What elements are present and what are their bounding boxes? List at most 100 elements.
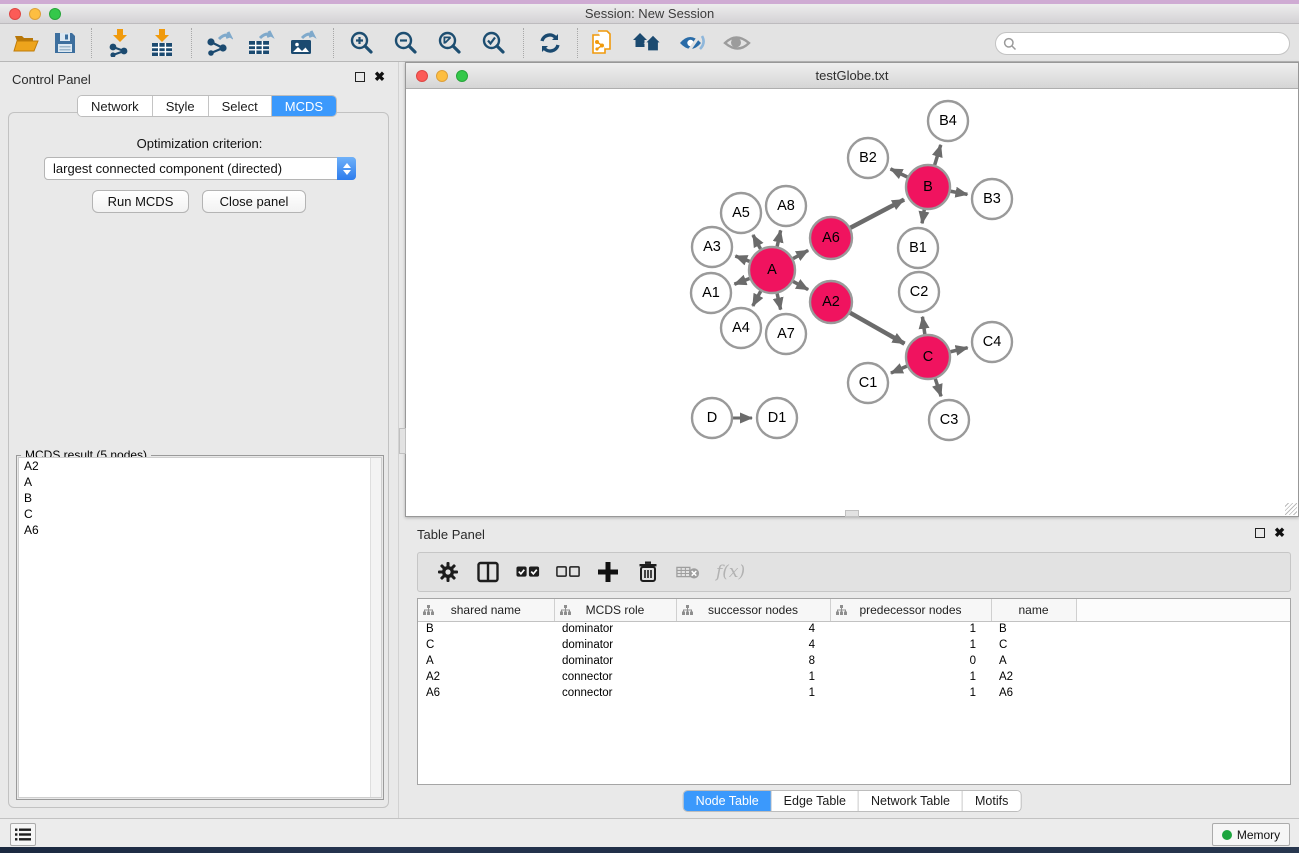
graph-edge-A-A5[interactable] [753,235,761,249]
graph-edge-A6-B[interactable] [850,200,904,228]
graph-edge-A-A8[interactable] [777,230,781,246]
show-detail-icon[interactable] [721,29,753,57]
float-panel-icon[interactable] [355,72,365,82]
close-panel-icon[interactable]: ✖ [374,71,385,83]
deselect-all-icon[interactable] [556,559,580,585]
zoom-window-button[interactable] [49,8,61,20]
zoom-selected-icon[interactable] [478,29,510,57]
mcds-result-item[interactable]: A2 [19,458,381,474]
zoom-network-button[interactable] [456,70,468,82]
mcds-result-list[interactable]: A2ABCA6 [18,457,382,798]
select-all-icon[interactable] [516,559,540,585]
column-header-shared-name[interactable]: shared name [418,599,554,621]
graph-edge-A2-C[interactable] [850,313,904,344]
graph-edge-A-A6[interactable] [793,250,808,258]
tab-mcds[interactable]: MCDS [272,96,336,116]
search-box[interactable] [995,32,1290,55]
function-builder-icon[interactable]: f(x) [716,562,745,582]
tab-style[interactable]: Style [153,96,209,116]
zoom-fit-icon[interactable] [434,29,466,57]
run-mcds-button[interactable]: Run MCDS [92,190,189,213]
add-column-icon[interactable] [596,559,620,585]
column-view-icon[interactable] [476,559,500,585]
tab-node-table[interactable]: Node Table [684,791,772,811]
network-graph[interactable]: B4B2BB3A8A5A6A3B1AC2A1A2A4A7C4CC1DD1C3 [406,89,1298,516]
home-icon[interactable] [631,29,663,57]
memory-status-icon [1222,830,1232,840]
graph-edge-A-A1[interactable] [734,278,749,284]
tab-network-table[interactable]: Network Table [859,791,963,811]
float-panel-icon[interactable] [1255,528,1265,538]
split-collapse-handle[interactable] [399,428,406,454]
table-row[interactable]: A6connector11A6 [418,685,1290,701]
mcds-result-item[interactable]: A [19,474,381,490]
export-table-icon[interactable] [245,29,277,57]
network-from-file-icon[interactable] [588,29,620,57]
memory-button[interactable]: Memory [1212,823,1290,846]
split-collapse-handle[interactable] [845,510,859,517]
import-table-icon[interactable] [146,29,178,57]
graph-edge-C-C3[interactable] [935,379,941,396]
graph-edge-A-A2[interactable] [793,281,808,289]
save-icon[interactable] [49,29,81,57]
graph-edge-A-A3[interactable] [735,256,749,261]
graph-edge-B-B1[interactable] [922,210,924,224]
table-row[interactable]: A2connector11A2 [418,669,1290,685]
delete-table-icon[interactable] [676,559,700,585]
column-header-MCDS-role[interactable]: MCDS role [554,599,676,621]
graph-edge-C-C4[interactable] [950,348,967,352]
refresh-icon[interactable] [534,29,566,57]
graph-node-label: A8 [777,198,795,214]
graph-edge-C-C2[interactable] [922,317,924,334]
network-view-window: testGlobe.txt B4B2BB3A8A5A6A3B1AC2A1A2A4… [405,62,1299,517]
graph-edge-A-A4[interactable] [753,291,761,306]
graph-edge-B-B2[interactable] [891,169,908,177]
network-canvas[interactable]: B4B2BB3A8A5A6A3B1AC2A1A2A4A7C4CC1DD1C3 [406,89,1298,516]
node-table[interactable]: shared nameMCDS rolesuccessor nodesprede… [417,598,1291,785]
search-input[interactable] [1017,33,1289,54]
hide-detail-icon[interactable] [676,29,708,57]
mcds-result-item[interactable]: A6 [19,522,381,538]
column-header-name[interactable]: name [991,599,1076,621]
minimize-network-button[interactable] [436,70,448,82]
column-header-successor-nodes[interactable]: successor nodes [676,599,830,621]
minimize-window-button[interactable] [29,8,41,20]
zoom-out-icon[interactable] [390,29,422,57]
close-window-button[interactable] [9,8,21,20]
mcds-result-box: MCDS result (5 nodes) A2ABCA6 [16,455,384,800]
table-row[interactable]: Cdominator41C [418,637,1290,653]
graph-edge-C-C1[interactable] [891,366,907,373]
graph-edge-A-A7[interactable] [777,293,781,309]
graph-edge-B-B3[interactable] [951,191,968,194]
export-network-icon[interactable] [203,29,235,57]
table-row[interactable]: Adominator80A [418,653,1290,669]
optimization-criterion-dropdown[interactable]: largest connected component (directed) [44,157,356,180]
graph-edge-B-B4[interactable] [935,145,941,165]
control-panel-title: Control Panel [12,72,91,87]
open-folder-icon[interactable] [10,29,42,57]
result-scrollbar[interactable] [370,458,381,797]
zoom-in-icon[interactable] [346,29,378,57]
mcds-result-item[interactable]: C [19,506,381,522]
close-panel-icon[interactable]: ✖ [1274,527,1285,539]
tab-edge-table[interactable]: Edge Table [772,791,859,811]
network-window-titlebar[interactable]: testGlobe.txt [406,63,1298,89]
export-image-icon[interactable] [287,29,319,57]
task-history-button[interactable] [10,823,36,846]
control-panel-tabs: NetworkStyleSelectMCDS [77,95,337,117]
table-row[interactable]: Bdominator41B [418,621,1290,637]
gear-icon[interactable] [436,559,460,585]
tab-select[interactable]: Select [209,96,272,116]
tab-motifs[interactable]: Motifs [963,791,1020,811]
resize-grip-icon[interactable] [1285,503,1297,515]
column-header-predecessor-nodes[interactable]: predecessor nodes [830,599,991,621]
graph-node-label: A6 [822,230,840,246]
import-network-icon[interactable] [104,29,136,57]
main-toolbar [0,24,1299,62]
toolbar-separator [191,28,192,58]
tab-network[interactable]: Network [78,96,153,116]
close-panel-button[interactable]: Close panel [202,190,306,213]
delete-column-icon[interactable] [636,559,660,585]
mcds-result-item[interactable]: B [19,490,381,506]
close-network-button[interactable] [416,70,428,82]
